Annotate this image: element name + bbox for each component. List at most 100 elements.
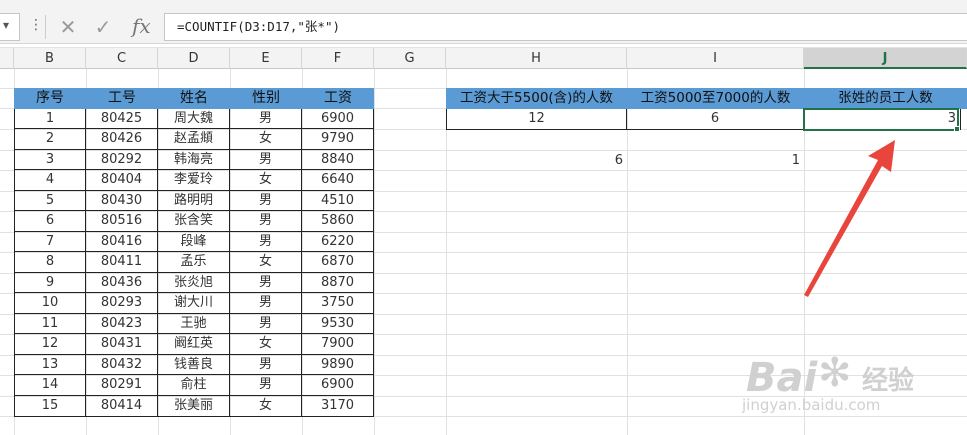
table-cell[interactable]: 10 [14,293,86,314]
table-cell[interactable]: 80430 [86,191,158,211]
table-cell[interactable]: 80423 [86,314,158,334]
table-cell[interactable]: 1 [14,109,86,129]
table-cell[interactable]: 11 [14,314,86,334]
table-cell[interactable]: 5 [14,191,86,211]
table-cell[interactable]: 8870 [302,273,374,293]
summary-header-cell[interactable]: 张姓的员工人数 [804,88,967,109]
column-header-e[interactable]: E [230,48,302,69]
table-cell[interactable]: 孟乐 [158,252,230,273]
summary-value-cell[interactable]: 12 [446,109,627,130]
table-cell[interactable]: 男 [230,355,302,375]
table-cell[interactable]: 2 [14,129,86,150]
table-cell[interactable]: 赵孟頫 [158,129,230,150]
table-cell[interactable]: 男 [230,375,302,396]
column-header-i[interactable]: I [627,48,804,69]
table-cell[interactable]: 谢大川 [158,293,230,314]
more-options-icon[interactable]: ⋮ [29,17,43,33]
table-cell[interactable]: 80414 [86,396,158,417]
column-header-g[interactable]: G [374,48,446,69]
active-cell-selection[interactable] [803,108,959,131]
table-cell[interactable]: 李爱玲 [158,170,230,191]
column-header-d[interactable]: D [158,48,230,69]
table-cell[interactable]: 4510 [302,191,374,211]
table-cell[interactable]: 3750 [302,293,374,314]
insert-function-icon[interactable]: fx [132,14,151,38]
table-cell[interactable]: 6640 [302,170,374,191]
column-header-f[interactable]: F [302,48,374,69]
table-cell[interactable]: 80293 [86,293,158,314]
table-cell[interactable]: 6870 [302,252,374,273]
table-cell[interactable]: 张美丽 [158,396,230,417]
cancel-icon[interactable]: ✕ [56,17,80,37]
table-cell[interactable]: 男 [230,293,302,314]
table-cell[interactable]: 80292 [86,150,158,170]
table-cell[interactable]: 韩海亮 [158,150,230,170]
table-cell[interactable]: 阚红英 [158,334,230,355]
table-cell[interactable]: 7900 [302,334,374,355]
table-cell[interactable]: 女 [230,129,302,150]
table-cell[interactable]: 男 [230,150,302,170]
table-cell[interactable]: 5860 [302,211,374,232]
table-cell[interactable]: 女 [230,396,302,417]
table-cell[interactable]: 80425 [86,109,158,129]
table-cell[interactable]: 3170 [302,396,374,417]
table-cell[interactable]: 14 [14,375,86,396]
table-cell[interactable]: 8 [14,252,86,273]
table-cell[interactable]: 周大魏 [158,109,230,129]
chevron-down-icon[interactable]: ▾ [3,18,9,32]
table-cell[interactable]: 80432 [86,355,158,375]
table-cell[interactable]: 男 [230,232,302,252]
select-all-corner[interactable] [0,48,14,69]
table-cell[interactable]: 80416 [86,232,158,252]
table-cell[interactable]: 男 [230,273,302,293]
table-cell[interactable]: 80426 [86,129,158,150]
table-cell[interactable]: 6 [14,211,86,232]
table-cell[interactable]: 80516 [86,211,158,232]
table-cell[interactable]: 80436 [86,273,158,293]
table-cell[interactable]: 段峰 [158,232,230,252]
table-cell[interactable]: 80291 [86,375,158,396]
table-cell[interactable]: 男 [230,211,302,232]
table-cell[interactable]: 13 [14,355,86,375]
table-cell[interactable]: 6900 [302,375,374,396]
column-header-b[interactable]: B [14,48,86,69]
table-cell[interactable]: 9530 [302,314,374,334]
header-salary[interactable]: 工资 [302,88,374,109]
column-header-c[interactable]: C [86,48,158,69]
table-cell[interactable]: 俞柱 [158,375,230,396]
summary-header-cell[interactable]: 工资大于5500(含)的人数 [446,88,627,109]
table-cell[interactable]: 80431 [86,334,158,355]
column-header-h[interactable]: H [446,48,627,69]
formula-input[interactable]: =COUNTIF(D3:D17,"张*") [164,13,967,41]
table-cell[interactable]: 6900 [302,109,374,129]
table-cell[interactable]: 80404 [86,170,158,191]
summary-value-cell[interactable]: 6 [627,109,804,130]
summary-header-cell[interactable]: 工资5000至7000的人数 [627,88,804,109]
table-cell[interactable]: 男 [230,109,302,129]
table-cell[interactable]: 女 [230,334,302,355]
header-name[interactable]: 姓名 [158,88,230,109]
table-cell[interactable]: 9790 [302,129,374,150]
table-cell[interactable]: 男 [230,314,302,334]
table-cell[interactable]: 6220 [302,232,374,252]
table-cell[interactable]: 路明明 [158,191,230,211]
table-cell[interactable]: 女 [230,252,302,273]
header-index[interactable]: 序号 [14,88,86,109]
table-cell[interactable]: 9 [14,273,86,293]
table-cell[interactable]: 80411 [86,252,158,273]
table-cell[interactable]: 女 [230,170,302,191]
table-cell[interactable]: 男 [230,191,302,211]
confirm-icon[interactable]: ✓ [91,17,115,37]
table-cell[interactable]: 4 [14,170,86,191]
table-cell[interactable]: 12 [14,334,86,355]
table-cell[interactable]: 7 [14,232,86,252]
table-cell[interactable]: 15 [14,396,86,417]
table-cell[interactable]: 张炎旭 [158,273,230,293]
table-cell[interactable]: 张含笑 [158,211,230,232]
table-cell[interactable]: 8840 [302,150,374,170]
table-cell[interactable]: 王驰 [158,314,230,334]
column-header-j[interactable]: J [804,48,967,69]
header-gender[interactable]: 性别 [230,88,302,109]
cell-value[interactable]: 1 [627,151,804,171]
cell-value[interactable]: 6 [446,151,627,171]
